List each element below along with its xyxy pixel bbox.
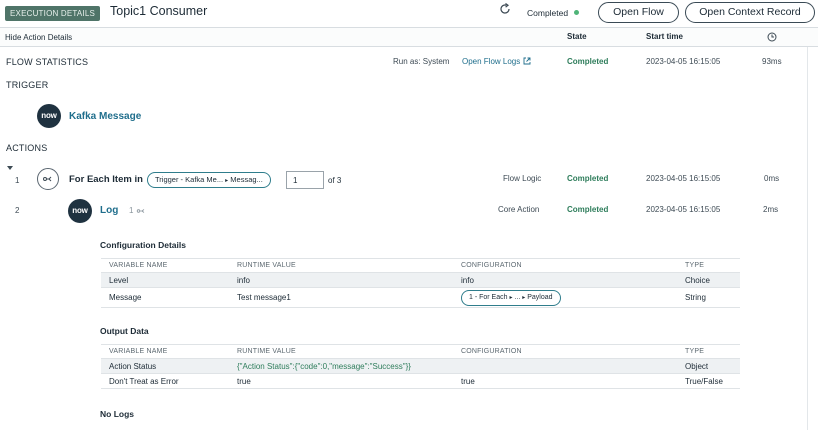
column-header: TYPE <box>685 262 705 269</box>
column-header: CONFIGURATION <box>461 348 522 355</box>
flow-start-time: 2023-04-05 16:15:05 <box>646 57 721 66</box>
pill-segment: ... <box>514 294 521 301</box>
action-start-time: 2023-04-05 16:15:05 <box>646 205 721 214</box>
column-header: CONFIGURATION <box>461 262 522 269</box>
trigger-section-label: TRIGGER <box>6 80 49 90</box>
table-row: Message Test message1 1 - For Each ▸ ...… <box>101 288 740 308</box>
configuration-details-title: Configuration Details <box>100 240 186 250</box>
log-annotation-number: 1 <box>129 206 134 215</box>
open-flow-logs-label: Open Flow Logs <box>462 57 521 66</box>
variable-type: String <box>685 293 706 302</box>
flow-duration: 93ms <box>762 57 782 66</box>
external-link-icon <box>523 57 530 65</box>
chevron-right-icon: ▸ <box>225 178 229 184</box>
runtime-value: true <box>237 377 251 386</box>
no-logs-label: No Logs <box>100 409 134 419</box>
column-header: VARIABLE NAME <box>109 262 168 269</box>
execution-header: EXECUTION DETAILS Topic1 Consumer Comple… <box>0 0 818 27</box>
start-time-column-header: Start time <box>646 32 683 41</box>
status-dot <box>574 10 579 15</box>
open-context-record-button[interactable]: Open Context Record <box>685 2 815 23</box>
runtime-value: {"Action Status":{"code":0,"message":"Su… <box>237 362 411 371</box>
table-row: Action Status {"Action Status":{"code":0… <box>101 359 740 374</box>
flow-statistics-label: FLOW STATISTICS <box>6 57 89 67</box>
action-state: Completed <box>567 205 609 214</box>
table-row: Level info info Choice <box>101 273 740 288</box>
column-header: RUNTIME VALUE <box>237 348 296 355</box>
run-as-label: Run as: System <box>393 57 450 66</box>
iteration-count: of 3 <box>328 176 342 185</box>
action-duration: 0ms <box>764 174 780 183</box>
action-start-time: 2023-04-05 16:15:05 <box>646 174 721 183</box>
pill-segment: 1 - For Each <box>469 294 508 301</box>
for-each-data-pill[interactable]: Trigger - Kafka Me... ▸ Messag... <box>147 172 271 188</box>
servicenow-logo-icon: now <box>37 104 61 128</box>
table-header-row: VARIABLE NAME RUNTIME VALUE CONFIGURATIO… <box>101 258 740 273</box>
refresh-icon[interactable] <box>498 2 512 16</box>
open-flow-button[interactable]: Open Flow <box>598 2 679 23</box>
configuration-table: VARIABLE NAME RUNTIME VALUE CONFIGURATIO… <box>101 258 740 308</box>
runtime-value: info <box>237 276 250 285</box>
variable-name: Action Status <box>109 362 157 371</box>
pill-segment: Messag... <box>230 175 263 184</box>
scrollbar-track[interactable] <box>807 47 808 430</box>
for-each-action-label: For Each Item in <box>69 174 143 185</box>
action-type: Flow Logic <box>503 174 542 183</box>
execution-details-badge: EXECUTION DETAILS <box>5 6 101 21</box>
variable-type: Choice <box>685 276 710 285</box>
flow-state: Completed <box>567 57 609 66</box>
runtime-value: Test message1 <box>237 293 291 302</box>
variable-name: Level <box>109 276 129 285</box>
page-title: Topic1 Consumer <box>110 4 208 18</box>
hide-action-details-toggle[interactable]: Hide Action Details <box>5 33 72 42</box>
table-row: Don't Treat as Error true true True/Fals… <box>101 374 740 389</box>
flow-logic-icon <box>136 209 144 213</box>
servicenow-logo-icon: now <box>68 199 92 223</box>
variable-type: Object <box>685 362 709 371</box>
action-type: Core Action <box>498 205 540 214</box>
open-flow-logs-link[interactable]: Open Flow Logs <box>462 57 531 66</box>
pill-segment: Payload <box>527 294 553 301</box>
iteration-input[interactable] <box>286 171 324 189</box>
trigger-kafka-message-link[interactable]: Kafka Message <box>69 111 141 122</box>
pill-segment: Trigger - Kafka Me... <box>155 175 224 184</box>
variable-name: Don't Treat as Error <box>109 377 179 386</box>
column-header: RUNTIME VALUE <box>237 262 296 269</box>
variable-type: True/False <box>685 377 723 386</box>
actions-section-label: ACTIONS <box>6 143 48 153</box>
chevron-right-icon: ▸ <box>509 295 513 301</box>
execution-status: Completed <box>527 8 569 18</box>
configuration-value: true <box>461 377 475 386</box>
chevron-right-icon: ▸ <box>522 295 526 301</box>
clock-icon <box>767 32 777 42</box>
log-action-link[interactable]: Log <box>100 205 118 216</box>
flow-logic-icon <box>37 168 59 190</box>
output-table: VARIABLE NAME RUNTIME VALUE CONFIGURATIO… <box>101 344 740 389</box>
action-number: 2 <box>15 206 20 215</box>
variable-name: Message <box>109 293 142 302</box>
table-header-row: VARIABLE NAME RUNTIME VALUE CONFIGURATIO… <box>101 344 740 359</box>
output-data-title: Output Data <box>100 326 149 336</box>
column-header: TYPE <box>685 348 705 355</box>
configuration-data-pill[interactable]: 1 - For Each ▸ ... ▸ Payload <box>461 290 561 306</box>
action-state: Completed <box>567 174 609 183</box>
collapse-caret-icon[interactable] <box>7 166 13 171</box>
log-annotation-count: 1 <box>129 206 147 215</box>
column-header-bar: Hide Action Details State Start time <box>0 27 818 47</box>
action-duration: 2ms <box>763 205 779 214</box>
state-column-header: State <box>567 32 587 41</box>
column-header: VARIABLE NAME <box>109 348 168 355</box>
action-number: 1 <box>15 176 20 185</box>
configuration-value: info <box>461 276 474 285</box>
